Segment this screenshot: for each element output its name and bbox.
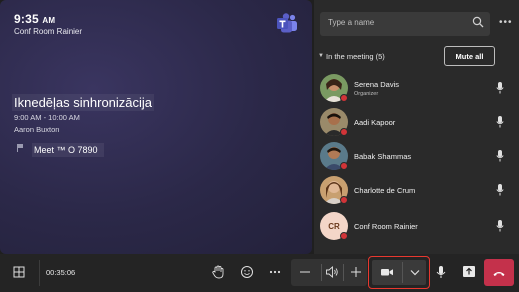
status-badge — [340, 196, 348, 204]
divider — [343, 264, 344, 281]
participant-row[interactable]: Serena Davis Organizer — [318, 72, 513, 106]
participant-name: Charlotte de Crum — [354, 186, 416, 195]
microphone-icon[interactable] — [496, 116, 504, 128]
participant-row[interactable]: Babak Shammas — [318, 140, 513, 174]
microphone-icon[interactable] — [496, 184, 504, 196]
mute-all-button[interactable]: Mute all — [444, 46, 495, 66]
raise-hand-icon[interactable] — [211, 265, 225, 279]
clock-ampm: AM — [42, 16, 56, 25]
participant-row[interactable]: Aadi Kapoor — [318, 106, 513, 140]
teams-logo-icon — [277, 13, 297, 33]
call-duration: 00:35:06 — [46, 268, 76, 277]
chevron-down-icon[interactable] — [408, 265, 422, 279]
search-placeholder: Type a name — [328, 18, 375, 27]
microphone-icon[interactable] — [496, 82, 504, 94]
participant-row[interactable]: CR Conf Room Rainier — [318, 210, 513, 244]
participant-name: Babak Shammas — [354, 152, 412, 161]
share-icon[interactable] — [458, 261, 480, 283]
microphone-icon[interactable] — [434, 265, 448, 279]
toolbar-divider — [39, 260, 40, 286]
more-options-icon[interactable]: ••• — [499, 18, 513, 28]
speaker-icon[interactable] — [325, 265, 339, 279]
status-badge — [340, 94, 348, 102]
room-clock: 9:35 AM — [14, 12, 55, 26]
camera-icon[interactable] — [380, 265, 394, 279]
hang-up-button[interactable] — [484, 259, 514, 286]
search-icon[interactable] — [472, 16, 484, 28]
in-meeting-section-label[interactable]: In the meeting (5) — [326, 52, 385, 61]
chevron-down-icon[interactable]: ▼ — [318, 53, 324, 59]
flag-icon — [17, 144, 23, 152]
divider — [402, 262, 403, 283]
microphone-icon[interactable] — [496, 150, 504, 162]
participant-name: Aadi Kapoor — [354, 118, 396, 127]
plus-icon[interactable] — [349, 265, 363, 279]
status-badge — [340, 128, 348, 136]
smiley-icon[interactable] — [240, 265, 254, 279]
participant-row[interactable]: Charlotte de Crum — [318, 174, 513, 208]
minus-icon[interactable] — [298, 265, 312, 279]
microphone-icon[interactable] — [496, 220, 504, 232]
meeting-title: Iknedēļas sinhronizācija — [12, 94, 155, 111]
status-badge — [340, 162, 348, 170]
divider — [321, 264, 322, 281]
more-icon[interactable] — [268, 265, 282, 279]
meeting-organizer: Aaron Buxton — [14, 125, 60, 134]
participant-name: Conf Room Rainier — [354, 222, 418, 231]
participant-role: Organizer — [354, 91, 379, 97]
meeting-id: Meet ™ O 7890 — [32, 143, 104, 157]
clock-time: 9:35 — [14, 12, 39, 26]
meeting-time: 9:00 AM - 10:00 AM — [14, 113, 80, 122]
participant-name: Serena Davis — [354, 80, 400, 89]
room-name: Conf Room Rainier — [14, 27, 83, 36]
status-badge — [340, 232, 348, 240]
grid-icon[interactable] — [13, 266, 25, 278]
hang-up-icon — [493, 272, 505, 276]
